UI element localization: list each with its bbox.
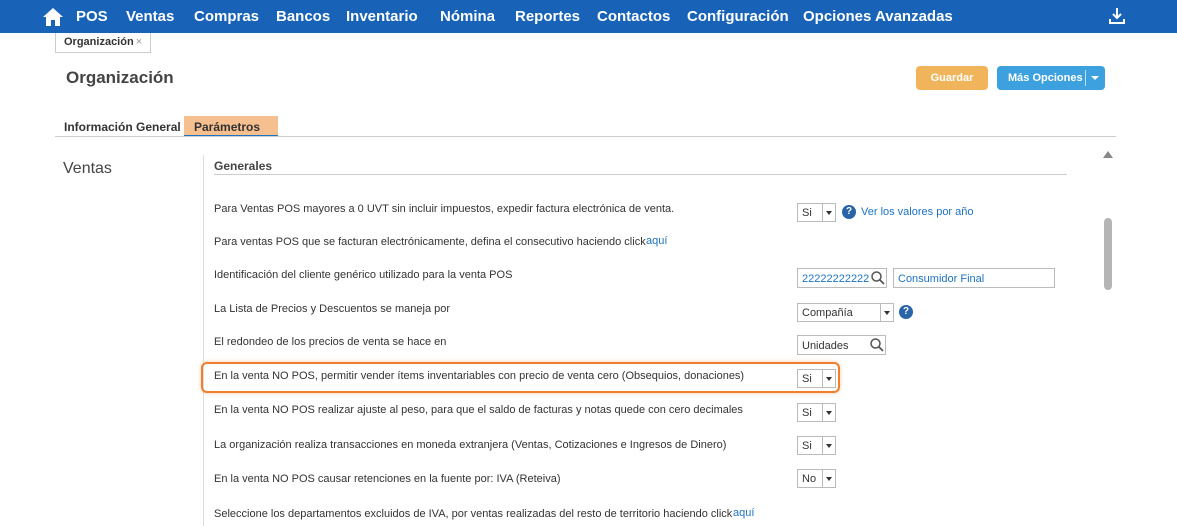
row-label: En la venta NO POS, permitir vender ítem… xyxy=(214,370,745,382)
page-tab-label: Organización xyxy=(64,36,134,48)
select-value: Si xyxy=(802,373,812,385)
top-nav-bar: POS Ventas Compras Bancos Inventario Nóm… xyxy=(0,0,1177,33)
price-list-select[interactable]: Compañía xyxy=(797,303,894,322)
close-icon[interactable]: × xyxy=(136,36,142,48)
nav-item-bancos[interactable]: Bancos xyxy=(276,8,330,25)
row-label: La Lista de Precios y Descuentos se mane… xyxy=(214,303,451,315)
nav-item-nomina[interactable]: Nómina xyxy=(440,8,495,25)
select-value: No xyxy=(802,473,817,485)
nav-item-reportes[interactable]: Reportes xyxy=(515,8,580,25)
client-name-value: Consumidor Final xyxy=(898,273,985,285)
scrollbar-thumb[interactable] xyxy=(1104,218,1112,290)
home-icon[interactable] xyxy=(42,7,64,27)
help-icon[interactable]: ? xyxy=(842,205,856,219)
rounding-value: Unidades xyxy=(802,340,849,352)
scroll-up-icon[interactable] xyxy=(1103,151,1113,158)
nav-item-ventas[interactable]: Ventas xyxy=(126,8,174,25)
save-button[interactable]: Guardar xyxy=(916,66,988,90)
select-value: Si xyxy=(802,207,812,219)
more-options-button[interactable]: Más Opciones xyxy=(997,66,1105,90)
nav-item-compras[interactable]: Compras xyxy=(194,8,259,25)
tab-informacion-general[interactable]: Información General xyxy=(64,116,181,137)
page-title: Organización xyxy=(66,68,174,87)
search-icon[interactable] xyxy=(869,337,885,353)
client-name-field[interactable]: Consumidor Final xyxy=(893,268,1055,288)
download-icon[interactable] xyxy=(1108,7,1126,25)
nav-item-inventario[interactable]: Inventario xyxy=(346,8,418,25)
select-value: Si xyxy=(802,407,812,419)
consecutive-link[interactable]: aquí xyxy=(646,235,667,247)
nav-item-contactos[interactable]: Contactos xyxy=(597,8,670,25)
row-label: Para Ventas POS mayores a 0 UVT sin incl… xyxy=(214,203,675,215)
select-value: Compañía xyxy=(802,307,853,319)
row-label: La organización realiza transacciones en… xyxy=(214,439,727,451)
section-divider xyxy=(203,155,204,526)
chevron-down-icon xyxy=(822,470,835,487)
chevron-down-icon xyxy=(822,204,835,221)
row-label: Identificación del cliente genérico util… xyxy=(214,269,513,281)
reteiva-select[interactable]: No xyxy=(797,469,836,488)
button-divider xyxy=(1085,70,1086,86)
help-icon[interactable]: ? xyxy=(899,305,913,319)
side-section-label: Ventas xyxy=(63,160,112,177)
chevron-down-icon xyxy=(822,437,835,454)
select-value: Si xyxy=(802,440,812,452)
more-options-label: Más Opciones xyxy=(1008,72,1083,84)
client-id-value: 22222222222 xyxy=(802,273,870,285)
nav-item-pos[interactable]: POS xyxy=(76,8,108,25)
search-icon[interactable] xyxy=(870,270,886,286)
chevron-down-icon xyxy=(880,304,893,321)
group-title: Generales xyxy=(214,159,273,173)
tabs-divider xyxy=(55,136,1116,137)
row-label: El redondeo de los precios de venta se h… xyxy=(214,336,447,348)
pos-invoice-select[interactable]: Si xyxy=(797,203,836,222)
weight-adjust-select[interactable]: Si xyxy=(797,403,836,422)
nav-item-opciones-avanzadas[interactable]: Opciones Avanzadas xyxy=(803,8,953,25)
zero-price-select[interactable]: Si xyxy=(797,369,836,388)
row-label: Seleccione los departamentos excluidos d… xyxy=(214,508,733,520)
chevron-down-icon xyxy=(822,370,835,387)
row-label: En la venta NO POS realizar ajuste al pe… xyxy=(214,404,743,416)
nav-item-configuracion[interactable]: Configuración xyxy=(687,8,789,25)
tab-parametros[interactable]: Parámetros xyxy=(184,116,278,137)
row-label: En la venta NO POS causar retenciones en… xyxy=(214,473,561,485)
page-tab-organizacion[interactable]: Organización × xyxy=(55,33,151,53)
row-label: Para ventas POS que se facturan electrón… xyxy=(214,236,646,248)
chevron-down-icon[interactable] xyxy=(1091,76,1099,80)
values-by-year-link[interactable]: Ver los valores por año xyxy=(861,206,974,218)
excluded-departments-link[interactable]: aquí xyxy=(733,507,754,519)
group-divider xyxy=(214,174,1067,175)
foreign-currency-select[interactable]: Si xyxy=(797,436,836,455)
chevron-down-icon xyxy=(822,404,835,421)
